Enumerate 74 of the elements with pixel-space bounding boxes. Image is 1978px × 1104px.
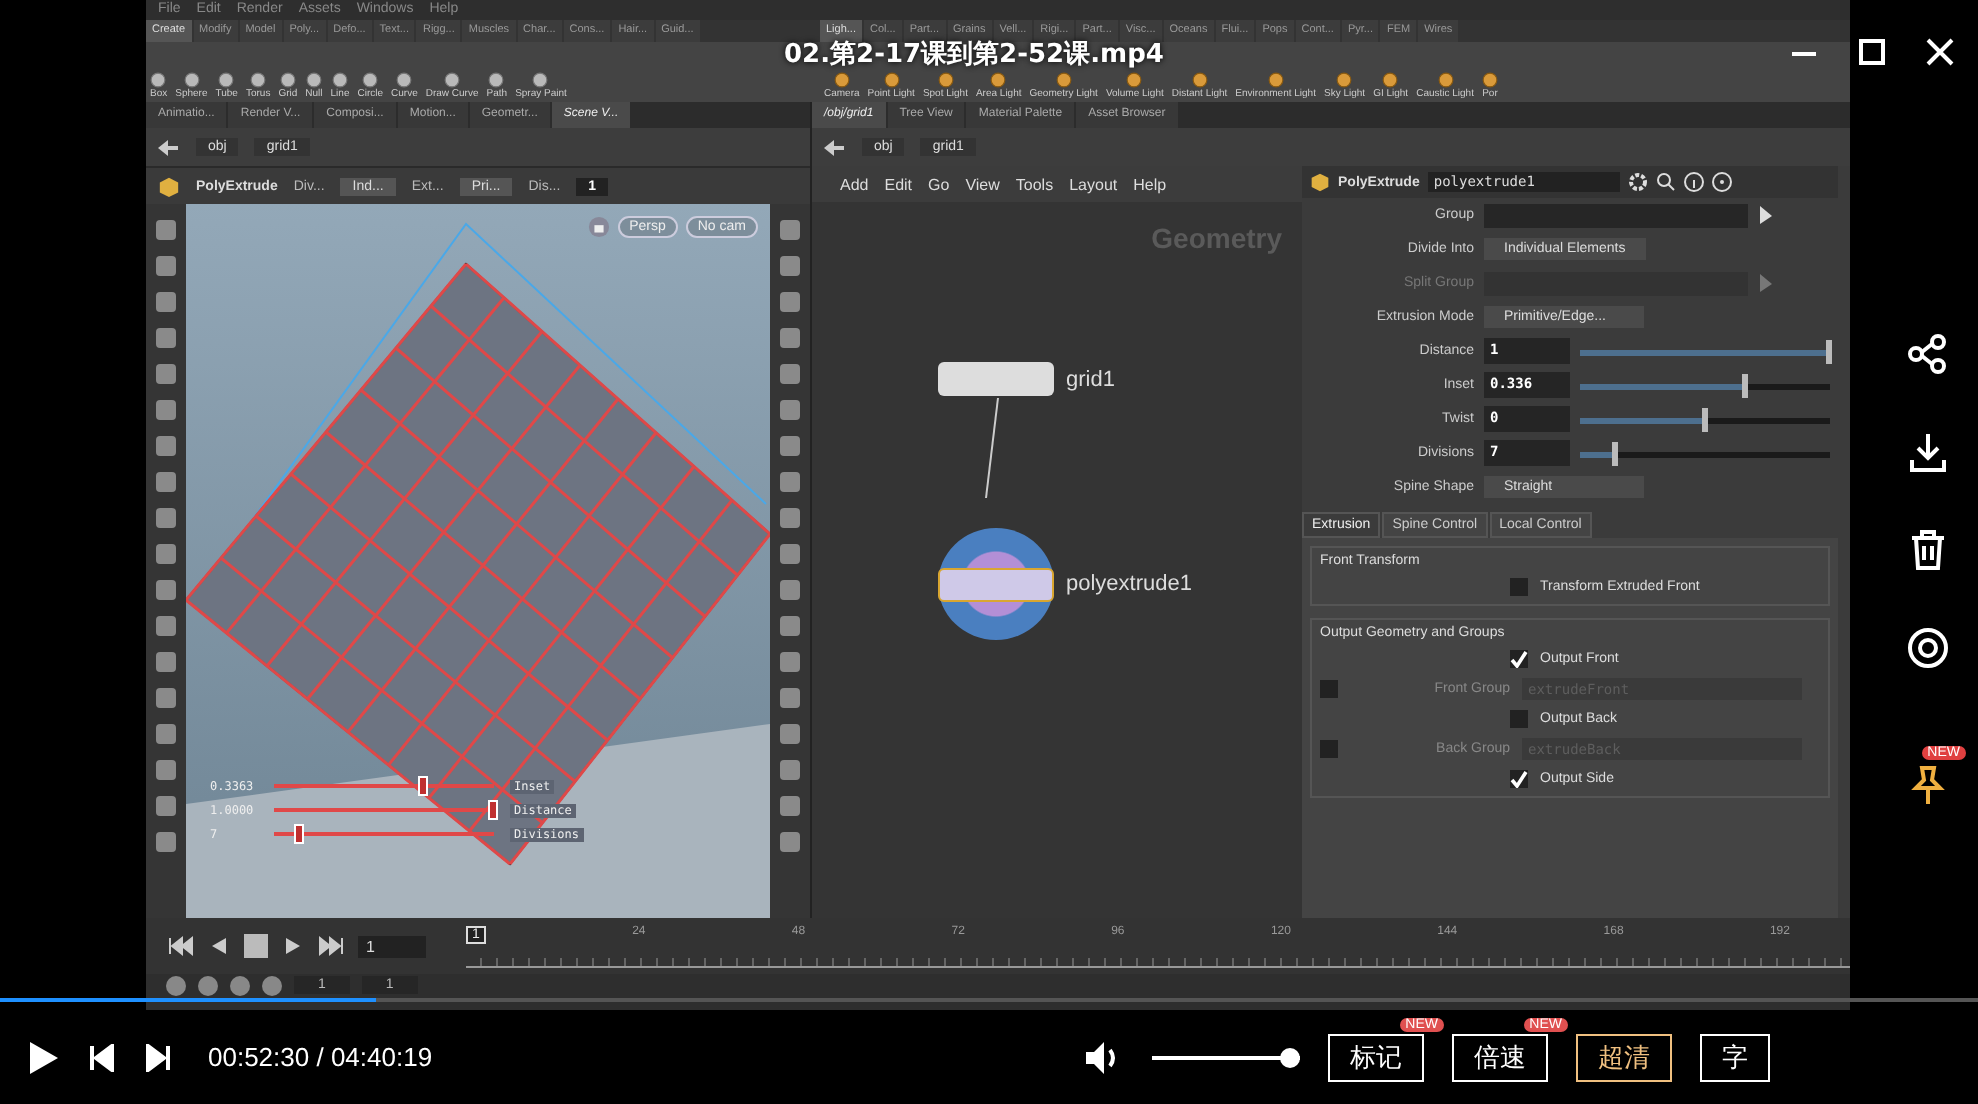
help-icon[interactable] xyxy=(1711,172,1732,192)
back-arrow-icon[interactable] xyxy=(156,137,180,157)
light-icon xyxy=(990,72,1007,88)
player-button[interactable]: 倍速 xyxy=(1452,1033,1548,1081)
download-icon xyxy=(1906,430,1950,474)
frame-field[interactable]: 1 xyxy=(358,935,426,957)
volume-slider[interactable] xyxy=(1152,1047,1300,1067)
menu-item[interactable]: Go xyxy=(928,175,950,193)
menu-item[interactable]: Add xyxy=(840,175,869,193)
light-icon xyxy=(833,72,850,88)
search-icon[interactable] xyxy=(1655,172,1676,192)
handle-slider[interactable] xyxy=(274,824,494,844)
menu-item[interactable]: View xyxy=(965,175,1000,193)
previous-icon[interactable] xyxy=(88,1043,116,1071)
light-icon xyxy=(1437,72,1454,88)
close-icon[interactable] xyxy=(1926,38,1954,66)
handle-slider[interactable] xyxy=(274,776,494,796)
node-label: polyextrude1 xyxy=(1066,572,1192,596)
side-action-button[interactable] xyxy=(1906,332,1950,376)
video-title: 02.第2-17课到第2-52课.mp4 xyxy=(784,40,1164,70)
lock-icon[interactable] xyxy=(587,216,610,238)
player-button[interactable]: 超清 xyxy=(1576,1033,1672,1081)
parameter-slider[interactable] xyxy=(1580,441,1830,465)
light-icon xyxy=(1055,72,1072,88)
settings-icon[interactable] xyxy=(1627,172,1648,192)
handle-slider[interactable] xyxy=(274,800,494,820)
time-display: 00:52:30 / 04:40:19 xyxy=(208,1042,433,1072)
stop-icon[interactable] xyxy=(242,932,270,960)
share-icon xyxy=(1906,332,1950,376)
target-icon xyxy=(1906,626,1950,670)
back-arrow-icon[interactable] xyxy=(822,137,846,157)
checkbox[interactable] xyxy=(1510,770,1528,788)
menu-item[interactable]: Help xyxy=(1133,175,1167,193)
menu-item[interactable]: Tools xyxy=(1015,175,1054,193)
checkbox[interactable] xyxy=(1320,680,1338,698)
light-icon xyxy=(883,72,900,88)
cube-icon xyxy=(158,175,180,197)
checkbox[interactable] xyxy=(1510,710,1528,728)
light-icon xyxy=(1126,72,1143,88)
cube-icon xyxy=(1310,172,1330,192)
parameter-slider[interactable] xyxy=(1580,373,1830,397)
next-icon[interactable] xyxy=(144,1043,172,1071)
tool-icon xyxy=(488,72,505,88)
light-icon xyxy=(1382,72,1399,88)
player-button[interactable]: 字 xyxy=(1700,1033,1770,1081)
parameter-slider[interactable] xyxy=(1580,339,1830,363)
connection-wire xyxy=(982,398,1002,498)
skip-end-icon[interactable] xyxy=(318,934,346,958)
side-action-button[interactable] xyxy=(1906,626,1950,670)
play-icon[interactable] xyxy=(28,1039,60,1075)
tool-icon xyxy=(444,72,461,88)
node-label: grid1 xyxy=(1066,367,1115,391)
trash-icon xyxy=(1906,528,1950,572)
pin-icon xyxy=(1906,764,1950,808)
info-icon[interactable] xyxy=(1683,172,1704,192)
checkbox[interactable] xyxy=(1510,578,1528,596)
menu-item[interactable]: Layout xyxy=(1069,175,1118,193)
select-arrow-icon[interactable] xyxy=(1758,206,1774,224)
menu-item[interactable]: Edit xyxy=(884,175,913,193)
light-icon xyxy=(1336,72,1353,88)
side-action-button[interactable] xyxy=(1906,430,1950,474)
tool-icon xyxy=(532,72,549,88)
parameter-slider[interactable] xyxy=(1580,407,1830,431)
skip-start-icon[interactable] xyxy=(166,934,194,958)
checkbox[interactable] xyxy=(1510,650,1528,668)
light-icon xyxy=(1191,72,1208,88)
light-icon xyxy=(1267,72,1284,88)
grid-node[interactable] xyxy=(938,362,1054,396)
checkbox[interactable] xyxy=(1320,740,1338,758)
maximize-icon[interactable] xyxy=(1858,38,1886,66)
player-button[interactable]: 标记 xyxy=(1328,1033,1424,1081)
light-icon xyxy=(937,72,954,88)
side-action-button[interactable] xyxy=(1906,528,1950,572)
light-icon xyxy=(1481,72,1498,88)
